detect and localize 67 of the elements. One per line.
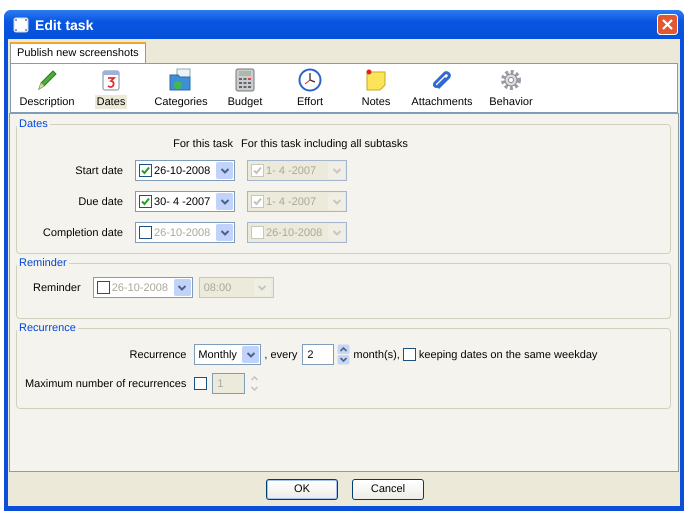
toolbar-tab[interactable]: Behavior <box>487 95 535 109</box>
gear-icon[interactable] <box>499 68 523 92</box>
chevron-down-icon <box>177 284 188 292</box>
group-title: Reminder <box>18 257 68 269</box>
dropdown-button[interactable] <box>216 224 233 241</box>
field-label: Due date <box>77 196 123 208</box>
every-label: , every <box>264 348 298 360</box>
chevron-down-icon <box>332 198 342 206</box>
chevron-down-icon <box>220 228 230 236</box>
toolbar-tab[interactable]: Categories <box>152 95 210 109</box>
toolbar-tab[interactable]: Dates <box>94 95 128 109</box>
dropdown-button[interactable] <box>242 346 260 363</box>
calculator-icon[interactable] <box>235 68 255 92</box>
date-field[interactable]: 30- 4 -2007 <box>135 191 235 212</box>
toolbar-tab[interactable]: Description <box>17 95 77 109</box>
pencil-icon[interactable] <box>35 68 59 92</box>
date-value: 30- 4 -2007 <box>154 196 212 208</box>
clock-icon[interactable] <box>298 68 322 92</box>
checkbox[interactable] <box>402 348 416 361</box>
field-label: Maximum number of recurrences <box>25 378 186 390</box>
unit-label: month(s), <box>353 348 400 360</box>
chevron-down-icon <box>332 166 342 174</box>
dropdown-button[interactable] <box>216 162 233 179</box>
group-title: Recurrence <box>18 322 77 334</box>
window-icon <box>13 16 29 32</box>
date-value: 26-10-2008 <box>112 282 169 294</box>
toolbar-tab[interactable]: Budget <box>226 95 264 109</box>
group-title: Dates <box>18 118 49 130</box>
toolbar-tab[interactable]: Notes <box>360 95 392 109</box>
close-icon[interactable] <box>657 14 678 35</box>
paperclip-icon[interactable] <box>430 68 454 92</box>
toolbar-tab[interactable]: Effort <box>294 95 326 109</box>
checkbox-label: keeping dates on the same weekday <box>418 348 598 360</box>
checkbox[interactable] <box>139 195 152 208</box>
window-title: Edit task <box>35 16 94 32</box>
date-field[interactable]: 26-10-2008 <box>135 160 235 181</box>
chevron-down-icon <box>220 166 230 174</box>
date-value: 26-10-2008 <box>154 164 212 176</box>
checkbox[interactable] <box>96 281 110 294</box>
field-label: Start date <box>74 164 123 176</box>
dropdown-value: Monthly <box>198 348 238 360</box>
dropdown-button[interactable] <box>216 193 233 210</box>
spinner-arrows-icon[interactable] <box>337 344 350 365</box>
chevron-down-icon <box>332 228 342 236</box>
checkbox[interactable] <box>139 226 152 239</box>
time-value: 08:00 <box>202 282 232 294</box>
column-header: For this task <box>173 138 233 150</box>
field-label: Reminder <box>33 282 81 294</box>
toolbar-tab[interactable]: Attachments <box>409 95 475 109</box>
dropdown-button[interactable] <box>174 279 191 296</box>
date-value: 1- 4 -2007 <box>266 196 318 208</box>
dialog-button[interactable]: Cancel <box>352 478 424 500</box>
period-dropdown[interactable]: Monthly <box>194 344 262 365</box>
date-value: 1- 4 -2007 <box>266 164 318 176</box>
dialog-button[interactable]: OK <box>266 478 338 500</box>
chevron-down-icon <box>246 350 256 358</box>
checkbox[interactable] <box>139 164 152 177</box>
date-value: 26-10-2008 <box>154 226 212 238</box>
field-label: Completion date <box>42 226 123 238</box>
chevron-down-icon <box>257 284 268 292</box>
chevron-down-icon <box>220 198 230 206</box>
date-value: 26-10-2008 <box>266 226 324 238</box>
tab[interactable]: Publish new screenshots <box>10 42 146 63</box>
sticky-note-icon[interactable] <box>364 68 388 92</box>
amount-field[interactable]: 2 <box>302 344 334 365</box>
column-header: For this task including all subtasks <box>241 138 408 150</box>
field-label: Recurrence <box>128 348 186 360</box>
